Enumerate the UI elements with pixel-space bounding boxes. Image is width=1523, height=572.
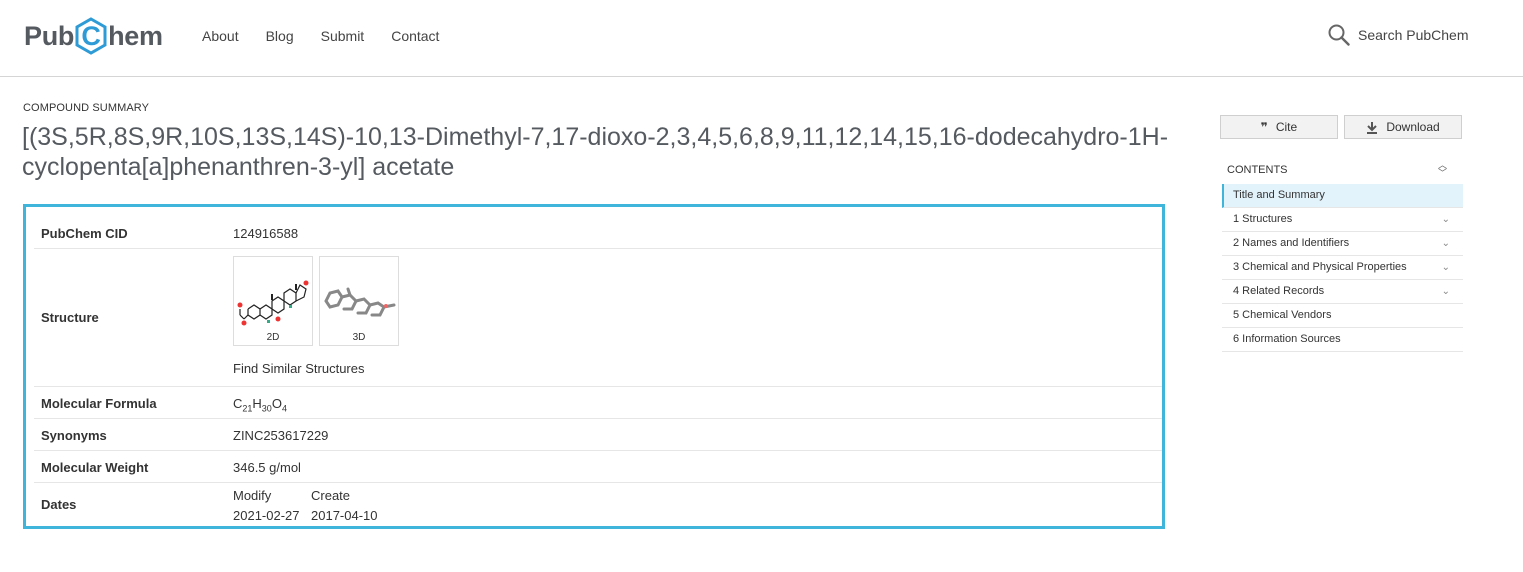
find-similar-structures-link[interactable]: Find Similar Structures xyxy=(233,361,364,376)
formula-label: Molecular Formula xyxy=(41,396,157,411)
dates-label: Dates xyxy=(41,497,77,512)
structure-3d-thumbnail[interactable]: 3D xyxy=(319,256,399,346)
thumb-2d-caption: 2D xyxy=(266,332,280,343)
download-icon xyxy=(1367,121,1378,134)
page-title: [(3S,5R,8S,9R,10S,13S,14S)-10,13-Dimethy… xyxy=(22,123,1169,181)
logo-text-c: C xyxy=(81,21,101,51)
weight-label: Molecular Weight xyxy=(41,460,149,475)
quote-icon: ❞ xyxy=(1260,120,1268,134)
cite-button[interactable]: ❞ Cite xyxy=(1220,115,1338,139)
weight-value: 346.5 g/mol xyxy=(233,460,301,475)
toc-item[interactable]: 6 Information Sources xyxy=(1222,328,1463,352)
toc-item-label: 5 Chemical Vendors xyxy=(1233,309,1332,321)
toc-item-label: 4 Related Records xyxy=(1233,285,1325,297)
download-label: Download xyxy=(1386,120,1440,134)
row-dates: Dates Modify 2021-02-27 Create 2017-04-1… xyxy=(34,483,1162,525)
logo-text-pub: Pub xyxy=(24,20,75,51)
synonyms-label: Synonyms xyxy=(41,428,107,443)
cid-value: 124916588 xyxy=(233,226,299,241)
formula-c: C xyxy=(233,396,243,411)
row-synonyms: Synonyms ZINC253617229 xyxy=(34,419,1162,451)
chevron-down-icon[interactable]: ⌄ xyxy=(1442,208,1450,231)
toc-item[interactable]: 1 Structures ⌄ xyxy=(1222,208,1463,232)
pubchem-hexagon-icon: C xyxy=(75,17,107,55)
cid-label: PubChem CID xyxy=(41,226,128,241)
nav-about[interactable]: About xyxy=(202,28,239,44)
search-button[interactable]: Search PubChem xyxy=(1328,24,1469,46)
toc-item[interactable]: 2 Names and Identifiers ⌄ xyxy=(1222,232,1463,256)
formula-h-count: 30 xyxy=(261,403,272,414)
cite-label: Cite xyxy=(1275,120,1298,134)
sort-arrows-icon[interactable]: ︿ ﹀ xyxy=(1438,161,1447,178)
toc-item-label: 6 Information Sources xyxy=(1233,333,1341,345)
main-nav: About Blog Submit Contact xyxy=(202,28,466,44)
toc-item[interactable]: Title and Summary xyxy=(1222,184,1463,208)
contents-heading: CONTENTS xyxy=(1227,164,1288,176)
create-label: Create xyxy=(311,488,351,503)
logo-text-hem: hem xyxy=(108,20,163,51)
toc-item[interactable]: 5 Chemical Vendors xyxy=(1222,304,1463,328)
nav-blog[interactable]: Blog xyxy=(266,28,294,44)
toc-item[interactable]: 3 Chemical and Physical Properties ⌄ xyxy=(1222,256,1463,280)
row-weight: Molecular Weight 346.5 g/mol xyxy=(34,451,1162,483)
structure-label: Structure xyxy=(41,310,99,325)
synonyms-value: ZINC253617229 xyxy=(233,428,329,443)
table-of-contents: Title and Summary 1 Structures ⌄ 2 Names an… xyxy=(1222,184,1463,352)
site-header: Pub C hem About Blog Submit Contact Sear… xyxy=(0,0,1523,77)
chevron-down-icon[interactable]: ⌄ xyxy=(1442,280,1450,303)
molecular-formula-link[interactable]: C21H30O4 xyxy=(233,396,287,414)
formula-o: O xyxy=(271,396,282,411)
nav-contact[interactable]: Contact xyxy=(391,28,439,44)
nav-submit[interactable]: Submit xyxy=(321,28,365,44)
pubchem-logo[interactable]: Pub C hem xyxy=(24,16,163,56)
toc-item-label: Title and Summary xyxy=(1233,189,1325,201)
row-cid: PubChem CID 124916588 xyxy=(34,217,1162,249)
summary-table: PubChem CID 124916588 Structure 2D 3D Fi… xyxy=(23,204,1165,529)
search-label: Search PubChem xyxy=(1358,27,1469,43)
search-icon xyxy=(1328,24,1350,46)
thumb-3d-caption: 3D xyxy=(352,332,366,343)
structure-3d-image xyxy=(324,287,396,317)
modify-date: 2021-02-27 xyxy=(233,508,300,523)
toc-item[interactable]: 4 Related Records ⌄ xyxy=(1222,280,1463,304)
formula-o-count: 4 xyxy=(281,403,287,414)
create-date: 2017-04-10 xyxy=(311,508,378,523)
chevron-down-icon[interactable]: ⌄ xyxy=(1442,256,1450,279)
formula-h: H xyxy=(252,396,262,411)
structure-2d-thumbnail[interactable]: 2D xyxy=(233,256,313,346)
modify-label: Modify xyxy=(233,488,272,503)
download-button[interactable]: Download xyxy=(1344,115,1462,139)
toc-item-label: 1 Structures xyxy=(1233,213,1293,225)
chevron-down-icon[interactable]: ⌄ xyxy=(1442,232,1450,255)
toc-item-label: 3 Chemical and Physical Properties xyxy=(1233,261,1407,273)
row-structure: Structure 2D 3D Find Similar Structures xyxy=(34,249,1162,387)
compound-summary-kicker: COMPOUND SUMMARY xyxy=(23,102,150,114)
toc-item-label: 2 Names and Identifiers xyxy=(1233,237,1350,249)
formula-c-count: 21 xyxy=(242,403,253,414)
structure-2d-image xyxy=(237,280,309,326)
row-formula: Molecular Formula C21H30O4 xyxy=(34,387,1162,419)
